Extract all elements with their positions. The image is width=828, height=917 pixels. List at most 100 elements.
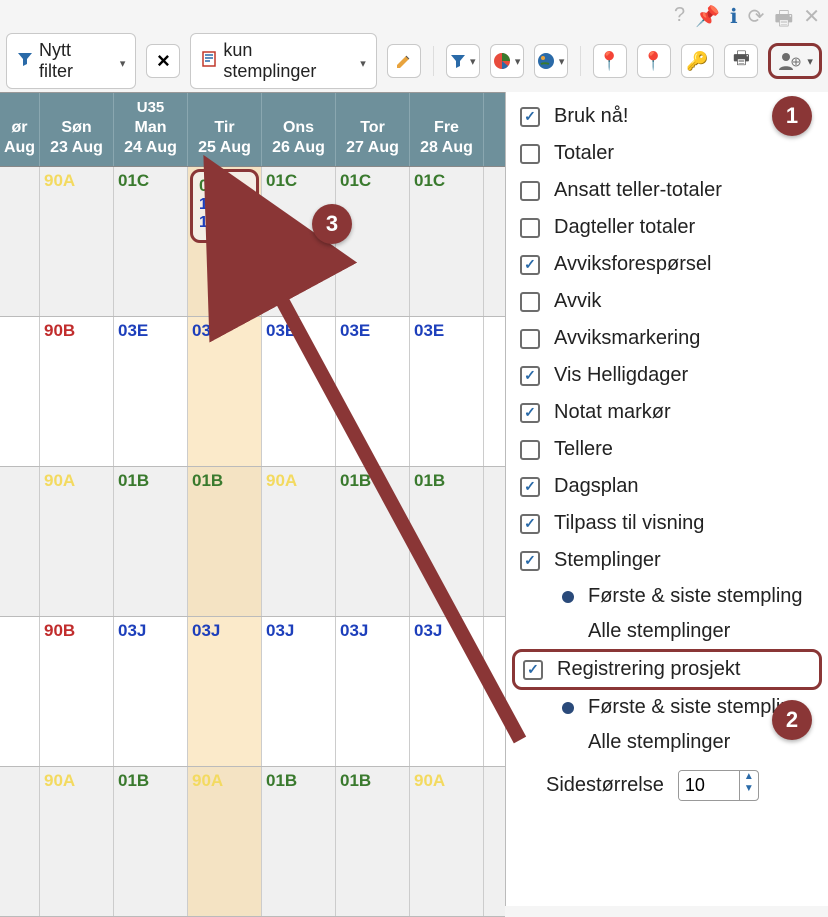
calendar-cell[interactable]: 01C: [410, 167, 484, 316]
calendar-cell[interactable]: 01B: [410, 467, 484, 616]
calendar-cell[interactable]: 90A: [188, 767, 262, 916]
checkbox-icon[interactable]: [520, 366, 540, 386]
checkbox-icon[interactable]: [520, 514, 540, 534]
callout-badge-2: 2: [772, 700, 812, 740]
checkbox-icon[interactable]: [520, 292, 540, 312]
calendar-cell[interactable]: 03E: [410, 317, 484, 466]
info-icon[interactable]: ℹ: [730, 4, 738, 38]
key-button[interactable]: 🔑: [681, 44, 715, 78]
chevron-down-icon: [803, 52, 813, 70]
option-dagteller-totaler[interactable]: Dagteller totaler: [506, 209, 828, 246]
option-tellere[interactable]: Tellere: [506, 431, 828, 468]
calendar-cell[interactable]: 90B: [40, 317, 114, 466]
refresh-icon[interactable]: ⟳: [748, 4, 765, 38]
calendar-cell[interactable]: 01C: [336, 167, 410, 316]
help-icon[interactable]: ?: [674, 4, 685, 38]
chart-dropdown[interactable]: [490, 44, 524, 78]
checkbox-icon[interactable]: [520, 181, 540, 201]
calendar-cell[interactable]: 90A: [40, 467, 114, 616]
calendar-cell[interactable]: 90A: [410, 767, 484, 916]
pin-add-button[interactable]: 📍: [593, 44, 627, 78]
option-label: Vis Helligdager: [554, 364, 688, 387]
calendar-cell[interactable]: 01B: [336, 467, 410, 616]
calendar-cell[interactable]: 90A: [40, 767, 114, 916]
calendar-cell[interactable]: 01B: [336, 767, 410, 916]
separator: [580, 46, 581, 76]
checkbox-icon[interactable]: [520, 255, 540, 275]
option-notat-mark-r[interactable]: Notat markør: [506, 394, 828, 431]
settings-person-dropdown[interactable]: [768, 43, 822, 79]
checkbox-icon[interactable]: [520, 551, 540, 571]
calendar-row: 90A01B90A01B01B90A: [0, 767, 505, 917]
close-icon[interactable]: ✕: [803, 4, 820, 38]
stamp-filter-button[interactable]: kun stemplinger: [190, 33, 376, 89]
sub-first-last-1[interactable]: Første & siste stempling: [506, 579, 828, 614]
calendar-cell[interactable]: 03J: [114, 617, 188, 766]
calendar-cell[interactable]: 03E: [262, 317, 336, 466]
calendar-cell[interactable]: [0, 767, 40, 916]
calendar-cell[interactable]: 01C10:1010:12: [188, 167, 262, 316]
option-dagsplan[interactable]: Dagsplan: [506, 468, 828, 505]
callout-badge-3: 3: [312, 204, 352, 244]
edit-button[interactable]: [387, 44, 421, 78]
spinner-up-icon[interactable]: ▲: [740, 771, 758, 783]
calendar-cell[interactable]: [0, 317, 40, 466]
chevron-down-icon: [116, 51, 126, 72]
calendar-cell[interactable]: 03J: [188, 617, 262, 766]
option-tilpass-til-visning[interactable]: Tilpass til visning: [506, 505, 828, 542]
calendar-cell[interactable]: 01B: [188, 467, 262, 616]
calendar-cell[interactable]: 03E: [114, 317, 188, 466]
funnel-dropdown[interactable]: [446, 44, 480, 78]
checkbox-icon[interactable]: [523, 660, 543, 680]
calendar-cell[interactable]: 03E: [188, 317, 262, 466]
filter-button[interactable]: Nytt filter: [6, 33, 136, 89]
calendar-body: 90A01C01C10:1010:1201C01C01C90B03E03E03E…: [0, 167, 505, 917]
calendar-cell[interactable]: [0, 467, 40, 616]
option-totaler[interactable]: Totaler: [506, 135, 828, 172]
calendar-cell[interactable]: [0, 617, 40, 766]
pagesize-input[interactable]: [679, 771, 739, 800]
calendar-cell[interactable]: 90A: [262, 467, 336, 616]
view-options-panel: Bruk nå!TotalerAnsatt teller-totalerDagt…: [505, 92, 828, 906]
bullet-icon: [562, 702, 574, 714]
calendar-cell[interactable]: 90B: [40, 617, 114, 766]
print-button[interactable]: 🖶: [724, 44, 758, 78]
pagesize-spinner[interactable]: ▲ ▼: [678, 770, 759, 801]
calendar-cell[interactable]: 01B: [114, 467, 188, 616]
globe-dropdown[interactable]: [534, 44, 568, 78]
pin-remove-button[interactable]: 📍: [637, 44, 671, 78]
header-cell: Fre28 Aug: [410, 93, 484, 166]
option-avviksmarkering[interactable]: Avviksmarkering: [506, 320, 828, 357]
calendar-cell[interactable]: 03J: [262, 617, 336, 766]
calendar-row: 90A01B01B90A01B01B: [0, 467, 505, 617]
calendar-cell[interactable]: [0, 167, 40, 316]
option-ansatt-teller-totaler[interactable]: Ansatt teller-totaler: [506, 172, 828, 209]
option-registrering-prosjekt[interactable]: Registrering prosjekt: [512, 649, 822, 690]
calendar-cell[interactable]: 03J: [336, 617, 410, 766]
calendar-cell[interactable]: 01B: [114, 767, 188, 916]
calendar-cell[interactable]: 01B: [262, 767, 336, 916]
checkbox-icon[interactable]: [520, 403, 540, 423]
calendar-cell[interactable]: 03J: [410, 617, 484, 766]
checkbox-icon[interactable]: [520, 440, 540, 460]
option-avvik[interactable]: Avvik: [506, 283, 828, 320]
document-icon: [201, 51, 217, 72]
option-label: Tilpass til visning: [554, 512, 704, 535]
checkbox-icon[interactable]: [520, 144, 540, 164]
calendar-cell[interactable]: 90A: [40, 167, 114, 316]
option-avviksforesp-rsel[interactable]: Avviksforespørsel: [506, 246, 828, 283]
checkbox-icon[interactable]: [520, 107, 540, 127]
checkbox-icon[interactable]: [520, 218, 540, 238]
calendar-cell[interactable]: 03E: [336, 317, 410, 466]
spinner-down-icon[interactable]: ▼: [740, 783, 758, 795]
checkbox-icon[interactable]: [520, 477, 540, 497]
filter-clear-button[interactable]: ×: [146, 44, 180, 78]
print-icon[interactable]: 🖶: [774, 4, 793, 38]
calendar-cell[interactable]: 01C: [114, 167, 188, 316]
option-stemplinger[interactable]: Stemplinger: [506, 542, 828, 579]
stamp-box[interactable]: 01C10:1010:12: [190, 169, 259, 243]
checkbox-icon[interactable]: [520, 329, 540, 349]
option-vis-helligdager[interactable]: Vis Helligdager: [506, 357, 828, 394]
sub-all-1[interactable]: Alle stemplinger: [506, 614, 828, 649]
pin-icon[interactable]: 📌: [695, 4, 720, 38]
